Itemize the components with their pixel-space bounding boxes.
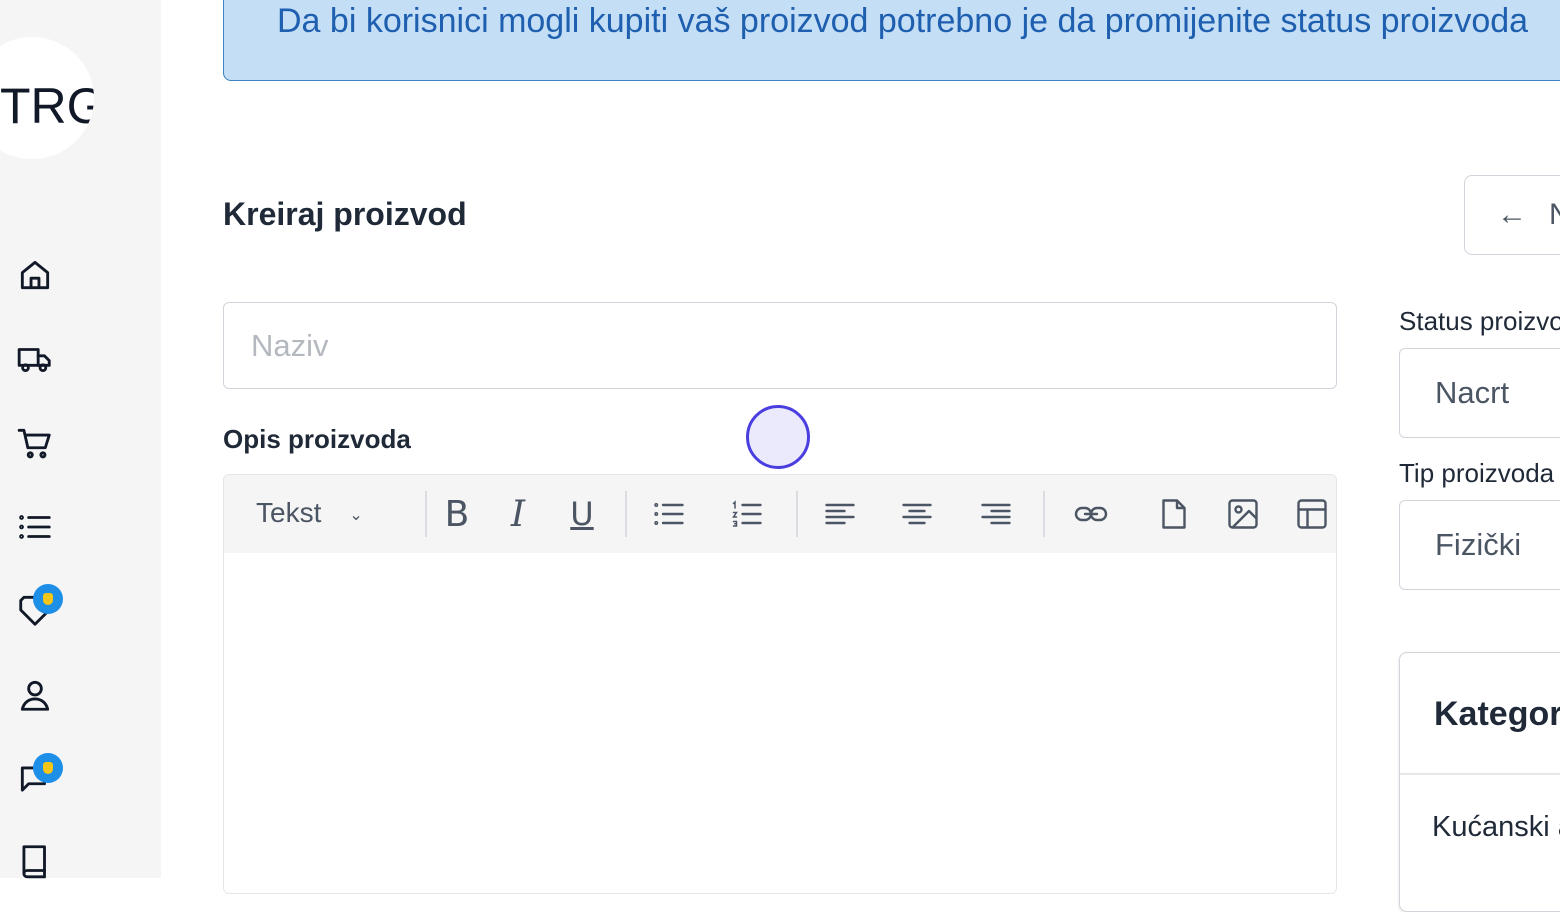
format-select-value: Tekst: [256, 497, 322, 528]
category-item[interactable]: Kućanski aparati: [1432, 811, 1560, 844]
arrow-left-icon: ←: [1497, 198, 1527, 231]
rich-text-editor: Tekst ⌄ B I U: [223, 474, 1337, 894]
divider: [1400, 773, 1560, 775]
link-icon[interactable]: [1069, 492, 1113, 536]
status-select-value: Nacrt: [1435, 375, 1510, 410]
editor-content-area[interactable]: [224, 553, 1336, 893]
numbered-list-icon[interactable]: [725, 492, 769, 536]
home-icon[interactable]: [15, 255, 55, 295]
logo[interactable]: TRG: [0, 37, 94, 159]
chevron-down-icon: ⌄: [349, 506, 363, 524]
status-label: Status proizvoda: [1399, 306, 1560, 336]
underline-button[interactable]: U: [560, 492, 604, 536]
type-select-value: Fizički: [1435, 527, 1522, 562]
logo-text: TRG: [0, 78, 94, 134]
type-label: Tip proizvoda: [1399, 458, 1555, 488]
page-title: Kreiraj proizvod: [223, 196, 467, 232]
product-name-input[interactable]: [223, 302, 1337, 389]
align-center-icon[interactable]: [895, 492, 939, 536]
user-icon[interactable]: [15, 675, 55, 715]
tag-icon[interactable]: [15, 584, 63, 630]
banner-text: Da bi korisnici mogli kupiti vaš proizvo…: [277, 2, 1529, 40]
table-icon[interactable]: [1290, 492, 1334, 536]
book-icon[interactable]: [15, 841, 55, 881]
message-icon[interactable]: [15, 753, 63, 799]
align-right-icon[interactable]: [974, 492, 1018, 536]
format-select[interactable]: Tekst ⌄: [256, 497, 363, 529]
description-label: Opis proizvoda: [223, 424, 411, 454]
cart-icon[interactable]: [15, 423, 55, 463]
cursor-indicator: [746, 405, 810, 469]
notification-badge: [33, 584, 63, 614]
truck-icon[interactable]: [15, 339, 55, 379]
editor-toolbar: Tekst ⌄ B I U: [224, 475, 1336, 553]
italic-button[interactable]: I: [496, 492, 540, 536]
file-icon[interactable]: [1152, 492, 1196, 536]
status-select[interactable]: Nacrt: [1399, 348, 1560, 438]
sidebar: TRG: [0, 0, 161, 881]
back-button-label: Nazad: [1549, 198, 1560, 232]
notification-badge: [33, 753, 63, 783]
info-banner: Da bi korisnici mogli kupiti vaš proizvo…: [223, 0, 1560, 81]
bold-button[interactable]: B: [435, 492, 479, 536]
bullet-list-icon[interactable]: [647, 492, 691, 536]
type-select[interactable]: Fizički: [1399, 500, 1560, 590]
list-icon[interactable]: [15, 507, 55, 547]
categories-title: Kategorije: [1434, 695, 1560, 733]
back-button[interactable]: ← Nazad: [1464, 175, 1560, 255]
align-left-icon[interactable]: [818, 492, 862, 536]
image-icon[interactable]: [1221, 492, 1265, 536]
categories-card: Kategorije Kućanski aparati: [1399, 652, 1560, 912]
